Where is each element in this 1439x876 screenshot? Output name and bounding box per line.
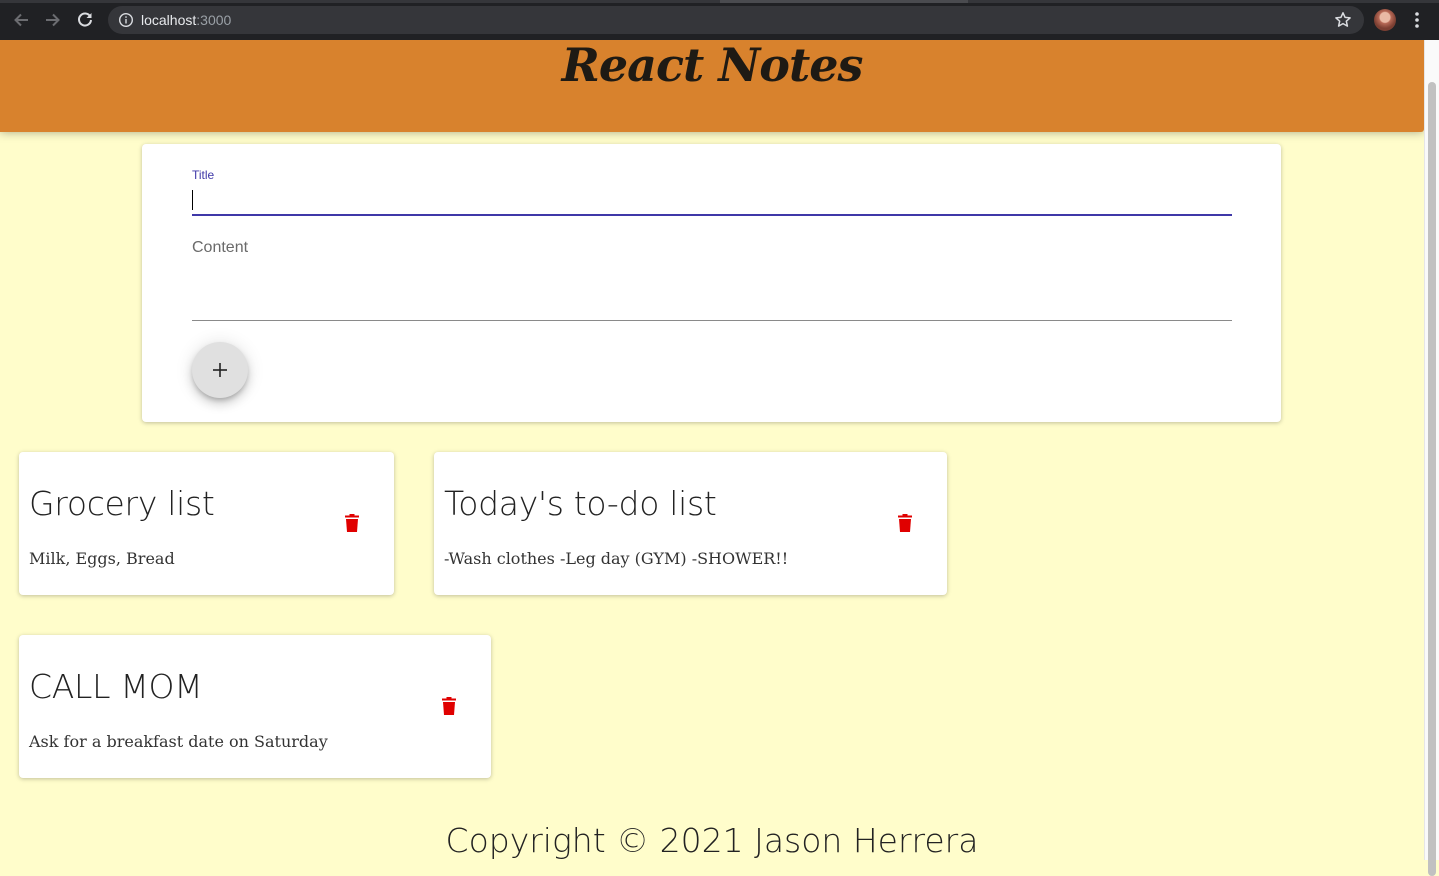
copyright-text: Copyright © 2021 Jason Herrera [445,821,979,860]
tab-strip-edge [0,0,1439,3]
star-icon[interactable] [1334,11,1352,29]
kebab-menu-icon[interactable] [1409,10,1425,30]
content-input[interactable] [192,264,1232,321]
content-label: Content [192,239,249,256]
url-port: :3000 [196,12,232,28]
delete-note-button[interactable] [340,511,364,535]
info-icon[interactable] [118,12,134,28]
note-title: Today's to-do list [444,484,717,523]
plus-icon [213,363,227,377]
forward-button[interactable] [41,8,65,32]
note-card: Grocery list Milk, Eggs, Bread [19,452,394,595]
note-card: Today's to-do list -Wash clothes -Leg da… [434,452,947,595]
profile-avatar[interactable] [1374,9,1396,31]
note-title: CALL MOM [29,667,203,706]
back-button[interactable] [9,8,33,32]
delete-note-button[interactable] [893,511,917,535]
reload-icon [78,12,92,27]
trash-icon [345,514,359,532]
browser-toolbar: localhost:3000 [0,0,1439,40]
text-caret [192,190,193,210]
note-title: Grocery list [29,484,215,523]
trash-icon [898,514,912,532]
app-title: React Notes [561,40,864,92]
active-tab-highlight [720,0,968,3]
add-note-button[interactable] [192,342,248,398]
arrow-left-icon [14,13,28,27]
scrollbar-thumb[interactable] [1428,82,1436,876]
note-card: CALL MOM Ask for a breakfast date on Sat… [19,635,491,778]
page: React Notes Title Content Grocery list M… [0,40,1424,860]
reload-button[interactable] [73,8,97,32]
url-host: localhost [141,12,197,28]
arrow-right-icon [46,13,60,27]
create-note-form: Title Content [142,144,1281,422]
title-label: Title [192,168,215,182]
title-input[interactable] [192,184,1232,216]
delete-note-button[interactable] [437,694,461,718]
note-content: -Wash clothes -Leg day (GYM) -SHOWER!! [444,549,789,568]
page-scrollbar[interactable] [1424,40,1439,876]
address-bar[interactable]: localhost:3000 [108,6,1364,34]
url-text: localhost:3000 [141,11,231,29]
note-content: Milk, Eggs, Bread [29,549,175,568]
app-header: React Notes [0,40,1424,132]
note-content: Ask for a breakfast date on Saturday [29,732,328,751]
trash-icon [442,697,456,715]
